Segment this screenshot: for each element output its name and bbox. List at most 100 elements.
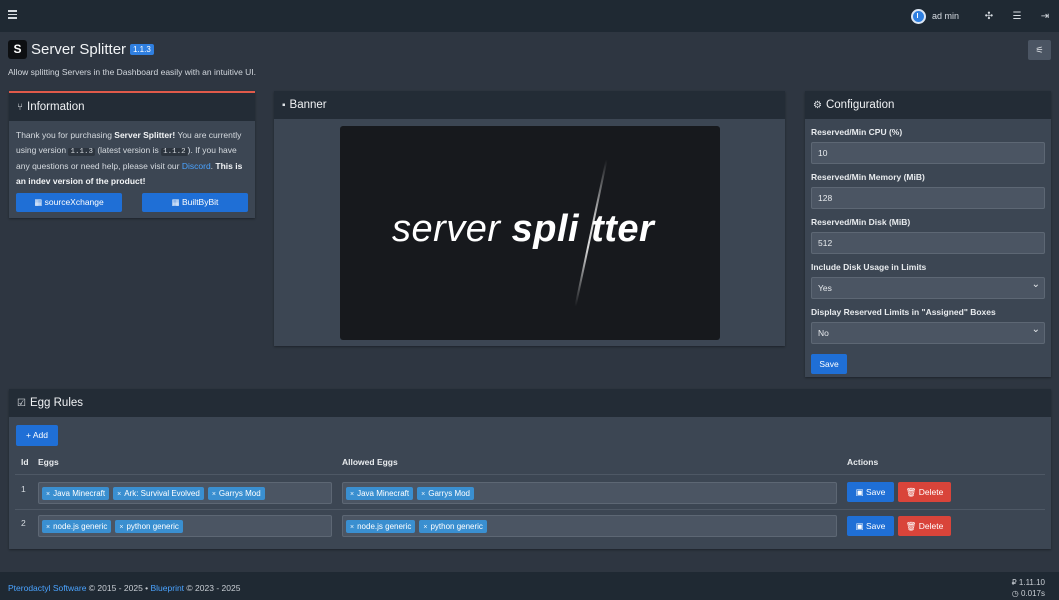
egg-rules-panel: ☑ Egg Rules + Add Id Eggs Allowed Eggs A…	[9, 389, 1051, 549]
include-disk-select[interactable]: Yes	[811, 275, 1045, 299]
egg-tag[interactable]: × Java Minecraft	[42, 486, 110, 500]
delete-rule-label: Delete	[918, 487, 944, 497]
memory-input[interactable]: 128	[811, 187, 1045, 209]
puzzle-icon[interactable]: ✣	[975, 11, 1003, 22]
banner-logo-text: server spli tter	[392, 208, 654, 251]
remove-icon[interactable]: ×	[46, 524, 50, 531]
server-list-icon[interactable]: ☰	[1003, 11, 1031, 22]
banner-image: server spli tter	[340, 126, 720, 340]
page-title: Server Splitter	[31, 41, 127, 58]
top-navbar: ad min ✣ ☰ ⇥	[0, 0, 1059, 32]
panel-version-value: 1.11.10	[1018, 578, 1045, 587]
remove-icon[interactable]: ×	[117, 491, 121, 498]
checklist-icon: ☑	[17, 397, 26, 409]
cpu-input[interactable]: 10	[811, 142, 1045, 164]
save-rule-button[interactable]: ▣ Save	[847, 516, 894, 536]
banner-panel: ▪ Banner server spli tter	[274, 91, 785, 346]
pterodactyl-icon: ₽	[1011, 578, 1019, 587]
add-rule-button[interactable]: + Add	[16, 425, 58, 446]
sourcexchange-button[interactable]: ▦ sourceXchange	[16, 193, 122, 212]
remove-icon[interactable]: ×	[350, 491, 354, 498]
gear-icon: ⚙	[813, 99, 822, 111]
latest-version-code: 1.1.2	[161, 147, 188, 156]
col-allowed-eggs: Allowed Eggs	[342, 457, 398, 467]
egg-tag[interactable]: × node.js generic	[346, 519, 416, 533]
row-id: 1	[21, 484, 26, 494]
egg-tag-label: node.js generic	[357, 521, 412, 531]
username[interactable]: ad min	[932, 11, 959, 21]
egg-tag[interactable]: × Garrys Mod	[417, 486, 475, 500]
info-square-icon: ▪	[282, 99, 286, 111]
extension-logo: S	[8, 40, 27, 59]
remove-icon[interactable]: ×	[46, 491, 50, 498]
egg-tag[interactable]: × Garrys Mod	[207, 486, 265, 500]
logout-icon[interactable]: ⇥	[1031, 11, 1059, 22]
remove-icon[interactable]: ×	[423, 524, 427, 531]
row-id: 2	[21, 518, 26, 528]
eggs-select[interactable]: × node.js generic × python generic	[38, 515, 332, 537]
egg-tag[interactable]: × python generic	[115, 519, 183, 533]
fork-icon: ⑂	[17, 101, 23, 113]
footer-text: © 2023 - 2025	[184, 583, 241, 593]
information-header: ⑂ Information	[9, 93, 255, 121]
allowed-eggs-select[interactable]: × node.js generic × python generic	[342, 515, 837, 537]
store-icon: ▦	[34, 197, 45, 207]
row-divider	[15, 509, 1045, 510]
delete-rule-button[interactable]: 🗑 Delete	[898, 482, 951, 502]
egg-tag-label: Garrys Mod	[218, 488, 261, 498]
delete-rule-label: Delete	[918, 521, 944, 531]
product-name: Server Splitter!	[114, 130, 176, 140]
blueprint-link[interactable]: Blueprint	[151, 583, 185, 593]
disk-input[interactable]: 512	[811, 232, 1045, 254]
footer: Pterodactyl Software © 2015 - 2025 • Blu…	[0, 572, 1059, 600]
egg-tag[interactable]: × Java Minecraft	[346, 486, 414, 500]
egg-tag-label: python generic	[430, 521, 483, 531]
col-actions: Actions	[847, 457, 879, 467]
clock-icon: ◷	[1011, 589, 1021, 598]
sliders-icon[interactable]: ⚟	[1028, 40, 1051, 60]
save-rule-button[interactable]: ▣ Save	[847, 482, 894, 502]
save-rule-label: Save	[866, 521, 886, 531]
egg-tag-label: Ark: Survival Evolved	[124, 488, 200, 498]
allowed-eggs-select[interactable]: × Java Minecraft × Garrys Mod	[342, 482, 837, 504]
egg-tag[interactable]: × Ark: Survival Evolved	[113, 486, 204, 500]
egg-tag[interactable]: × python generic	[419, 519, 487, 533]
trash-icon: 🗑	[905, 487, 919, 497]
egg-tag-label: Java Minecraft	[53, 488, 106, 498]
menu-icon[interactable]	[8, 10, 17, 21]
delete-rule-button[interactable]: 🗑 Delete	[898, 516, 951, 536]
cpu-label: Reserved/Min CPU (%)	[811, 127, 903, 137]
footer-meta: ₽ 1.11.10 ◷ 0.017s	[1012, 577, 1045, 599]
page-subtitle: Allow splitting Servers in the Dashboard…	[8, 67, 257, 77]
render-time-value: 0.017s	[1020, 589, 1045, 598]
egg-tag-label: node.js generic	[53, 521, 108, 531]
sourcexchange-label: sourceXchange	[44, 197, 104, 207]
save-icon: ▣	[855, 521, 867, 531]
configuration-panel: ⚙ Configuration Reserved/Min CPU (%) 10 …	[805, 91, 1051, 377]
information-panel: ⑂ Information Thank you for purchasing S…	[9, 91, 255, 218]
avatar[interactable]	[910, 8, 926, 24]
version-badge: 1.1.3	[130, 44, 154, 55]
store-buttons: ▦ sourceXchange ▦ BuiltByBit	[16, 193, 248, 212]
display-reserved-select[interactable]: No	[811, 320, 1045, 344]
builtbybit-label: BuiltByBit	[182, 197, 219, 207]
config-save-button[interactable]: Save	[811, 354, 847, 374]
banner-title: Banner	[289, 99, 327, 111]
remove-icon[interactable]: ×	[119, 524, 123, 531]
header-divider	[15, 474, 1045, 475]
info-text-part: (latest version is	[94, 144, 162, 155]
remove-icon[interactable]: ×	[421, 491, 425, 498]
banner-word: tter	[591, 208, 655, 250]
configuration-header: ⚙ Configuration	[805, 91, 1051, 119]
col-id: Id	[21, 457, 29, 467]
builtbybit-button[interactable]: ▦ BuiltByBit	[142, 193, 248, 212]
remove-icon[interactable]: ×	[350, 524, 354, 531]
discord-link[interactable]: Discord	[182, 161, 211, 171]
pterodactyl-link[interactable]: Pterodactyl Software	[8, 583, 86, 593]
information-text: Thank you for purchasing Server Splitter…	[9, 121, 255, 188]
include-disk-label: Include Disk Usage in Limits	[811, 262, 927, 272]
eggs-select[interactable]: × Java Minecraft × Ark: Survival Evolved ×…	[38, 482, 332, 504]
banner-word: server	[392, 208, 512, 250]
remove-icon[interactable]: ×	[212, 491, 216, 498]
egg-tag[interactable]: × node.js generic	[42, 519, 112, 533]
